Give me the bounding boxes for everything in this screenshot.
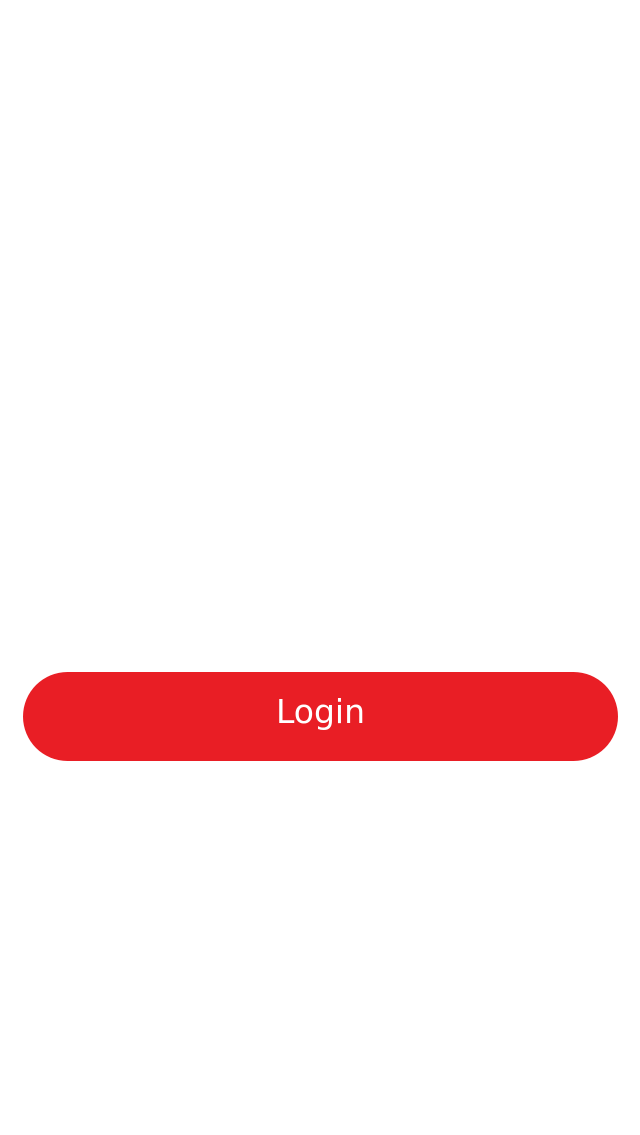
login-button-label: Login: [275, 692, 366, 731]
login-screen: Login: [0, 0, 640, 1135]
login-button[interactable]: Login: [23, 672, 618, 761]
